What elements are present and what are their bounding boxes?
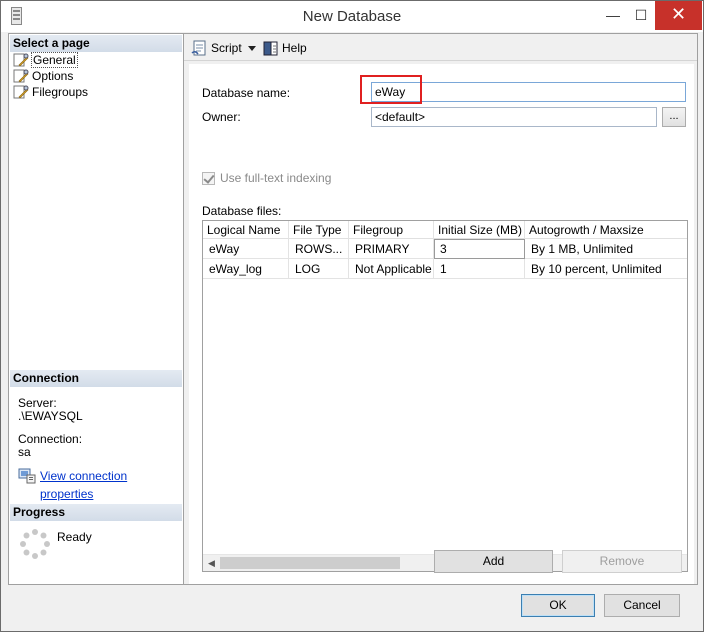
owner-label: Owner: xyxy=(202,110,241,124)
highlight-annotation xyxy=(360,75,422,104)
column-header-initial-size[interactable]: Initial Size (MB) xyxy=(434,221,525,239)
fulltext-indexing-label: Use full-text indexing xyxy=(220,171,332,185)
connection-label: Connection: xyxy=(18,432,83,446)
connection-value: sa xyxy=(18,445,31,459)
column-header-filegroup[interactable]: Filegroup xyxy=(349,221,434,239)
table-row[interactable]: eWay_log LOG Not Applicable 1 By 10 perc… xyxy=(203,259,687,279)
title-bar: New Database — ☐ ✕ xyxy=(1,1,703,32)
scroll-left-icon[interactable]: ◀ xyxy=(203,555,220,572)
fulltext-indexing-checkbox[interactable] xyxy=(202,172,215,185)
new-database-dialog: New Database — ☐ ✕ Select a page General… xyxy=(0,0,704,632)
table-row[interactable]: eWay ROWS... PRIMARY 3 By 1 MB, Unlimite… xyxy=(203,239,687,259)
script-icon xyxy=(191,40,206,56)
progress-spinner-icon xyxy=(20,529,50,559)
script-button[interactable]: Script xyxy=(191,38,261,58)
owner-input[interactable] xyxy=(371,107,657,127)
cell-autogrowth[interactable]: By 1 MB, Unlimited xyxy=(525,239,687,259)
cell-logical-name[interactable]: eWay_log xyxy=(203,259,289,279)
scrollbar-thumb[interactable] xyxy=(220,557,400,569)
add-button[interactable]: Add xyxy=(434,550,553,573)
help-button[interactable]: Help xyxy=(262,38,312,58)
cell-initial-size[interactable]: 1 xyxy=(434,259,525,279)
chevron-down-icon[interactable] xyxy=(248,46,256,51)
connection-header: Connection xyxy=(10,370,182,387)
view-connection-properties-label: View connection properties xyxy=(40,469,128,501)
cell-filegroup[interactable]: PRIMARY xyxy=(349,239,434,259)
left-pane: Select a page General Options Filegroups… xyxy=(8,33,184,585)
cancel-button[interactable]: Cancel xyxy=(604,594,680,617)
sidebar-item-label: Options xyxy=(32,69,74,83)
right-pane: Script Help Database name: Owner: ... xyxy=(184,33,698,585)
page-wrench-icon xyxy=(13,69,29,83)
ok-button[interactable]: OK xyxy=(521,594,595,617)
database-name-label: Database name: xyxy=(202,86,291,100)
grid-header: Logical Name File Type Filegroup Initial… xyxy=(203,221,687,239)
server-value: .\EWAYSQL xyxy=(18,409,83,423)
fulltext-indexing-option: Use full-text indexing xyxy=(202,170,331,186)
column-header-file-type[interactable]: File Type xyxy=(289,221,349,239)
cell-file-type[interactable]: LOG xyxy=(289,259,349,279)
server-label: Server: xyxy=(18,396,57,410)
column-header-autogrowth[interactable]: Autogrowth / Maxsize xyxy=(525,221,687,239)
database-files-grid: Logical Name File Type Filegroup Initial… xyxy=(202,220,688,572)
owner-browse-button[interactable]: ... xyxy=(662,107,686,127)
cell-initial-size[interactable]: 3 xyxy=(434,239,525,259)
sidebar-item-general[interactable]: General xyxy=(13,52,78,68)
toolbar: Script Help xyxy=(184,34,697,61)
cell-autogrowth[interactable]: By 10 percent, Unlimited xyxy=(525,259,687,279)
general-page-content: Database name: Owner: ... Use full-text … xyxy=(189,64,694,584)
help-label: Help xyxy=(282,41,307,55)
database-files-label: Database files: xyxy=(202,204,282,218)
close-button[interactable]: ✕ xyxy=(655,1,702,30)
script-label: Script xyxy=(211,41,242,55)
sidebar-item-filegroups[interactable]: Filegroups xyxy=(13,84,88,100)
cell-logical-name[interactable]: eWay xyxy=(203,239,289,259)
cell-file-type[interactable]: ROWS... xyxy=(289,239,349,259)
maximize-button[interactable]: ☐ xyxy=(625,1,657,30)
connection-properties-icon xyxy=(18,468,36,484)
help-book-icon xyxy=(263,41,278,56)
view-connection-properties-link[interactable]: View connection properties xyxy=(18,467,183,501)
cell-filegroup[interactable]: Not Applicable xyxy=(349,259,434,279)
sidebar-item-label: Filegroups xyxy=(32,85,89,99)
page-wrench-icon xyxy=(13,53,29,67)
progress-header: Progress xyxy=(10,504,182,521)
sidebar-item-label: General xyxy=(31,52,78,68)
select-page-header: Select a page xyxy=(10,35,182,52)
page-wrench-icon xyxy=(13,85,29,99)
remove-button[interactable]: Remove xyxy=(562,550,682,573)
sidebar-item-options[interactable]: Options xyxy=(13,68,73,84)
column-header-logical-name[interactable]: Logical Name xyxy=(203,221,289,239)
progress-status: Ready xyxy=(57,530,92,544)
